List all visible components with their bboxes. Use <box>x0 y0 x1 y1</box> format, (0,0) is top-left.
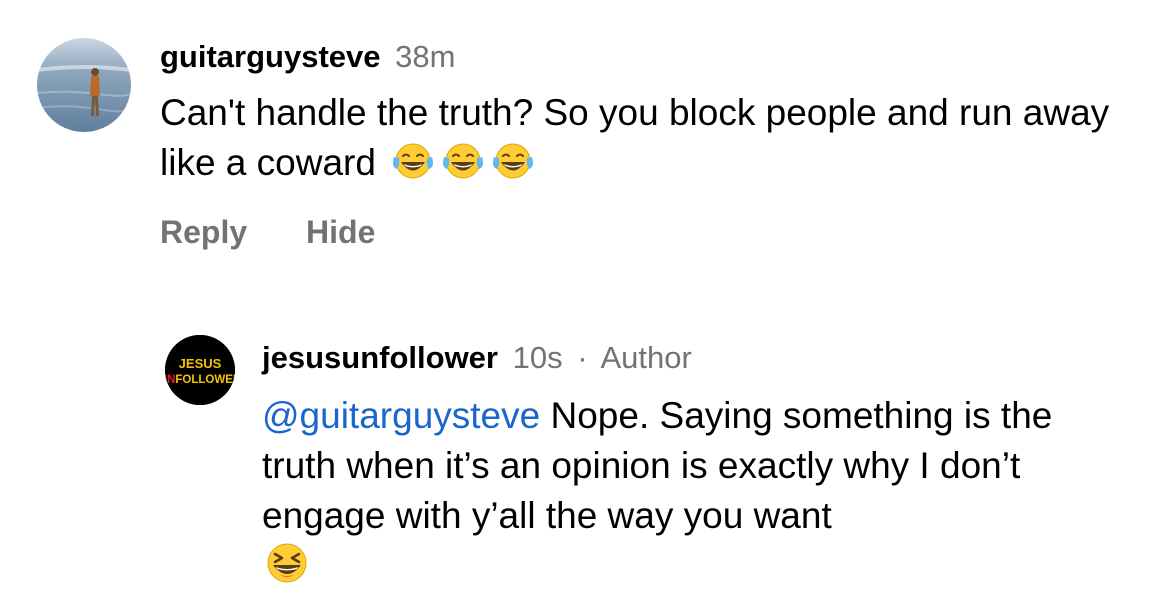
reply-item: JESUS UNFOLLOWER jesusunfollower 10s · A… <box>0 300 1159 597</box>
comment-header: guitarguysteve 38m <box>160 39 455 75</box>
timestamp: 10s <box>512 340 563 375</box>
svg-text:JESUS: JESUS <box>179 356 222 371</box>
reply-button[interactable]: Reply <box>160 214 247 250</box>
svg-text:UNFOLLOWER: UNFOLLOWER <box>165 374 235 386</box>
user-photo-image <box>37 38 131 132</box>
comment-item: guitarguysteve 38m Can't handle the trut… <box>0 0 1159 270</box>
grinning-squinting-face-icon <box>262 541 312 585</box>
author-badge: Author <box>600 340 692 375</box>
mention-link[interactable]: @guitarguysteve <box>262 395 540 436</box>
avatar[interactable] <box>37 38 131 132</box>
face-with-tears-of-joy-icon <box>490 141 536 181</box>
avatar[interactable]: JESUS UNFOLLOWER <box>165 335 235 405</box>
username[interactable]: guitarguysteve <box>160 39 381 74</box>
hide-button[interactable]: Hide <box>306 214 375 250</box>
separator: · <box>577 340 588 375</box>
reply-header: jesusunfollower 10s · Author <box>262 340 692 376</box>
comment-text: Can't handle the truth? So you block peo… <box>160 88 1120 188</box>
jesusunfollower-logo: JESUS UNFOLLOWER <box>165 335 235 405</box>
timestamp: 38m <box>395 39 456 74</box>
reply-text: @guitarguysteve Nope. Saying something i… <box>262 391 1132 594</box>
comment-actions: Reply Hide <box>160 214 375 250</box>
face-with-tears-of-joy-icon <box>390 141 436 181</box>
face-with-tears-of-joy-icon <box>440 141 486 181</box>
username[interactable]: jesusunfollower <box>262 340 498 375</box>
comment-body: Can't handle the truth? So you block peo… <box>160 92 1110 183</box>
